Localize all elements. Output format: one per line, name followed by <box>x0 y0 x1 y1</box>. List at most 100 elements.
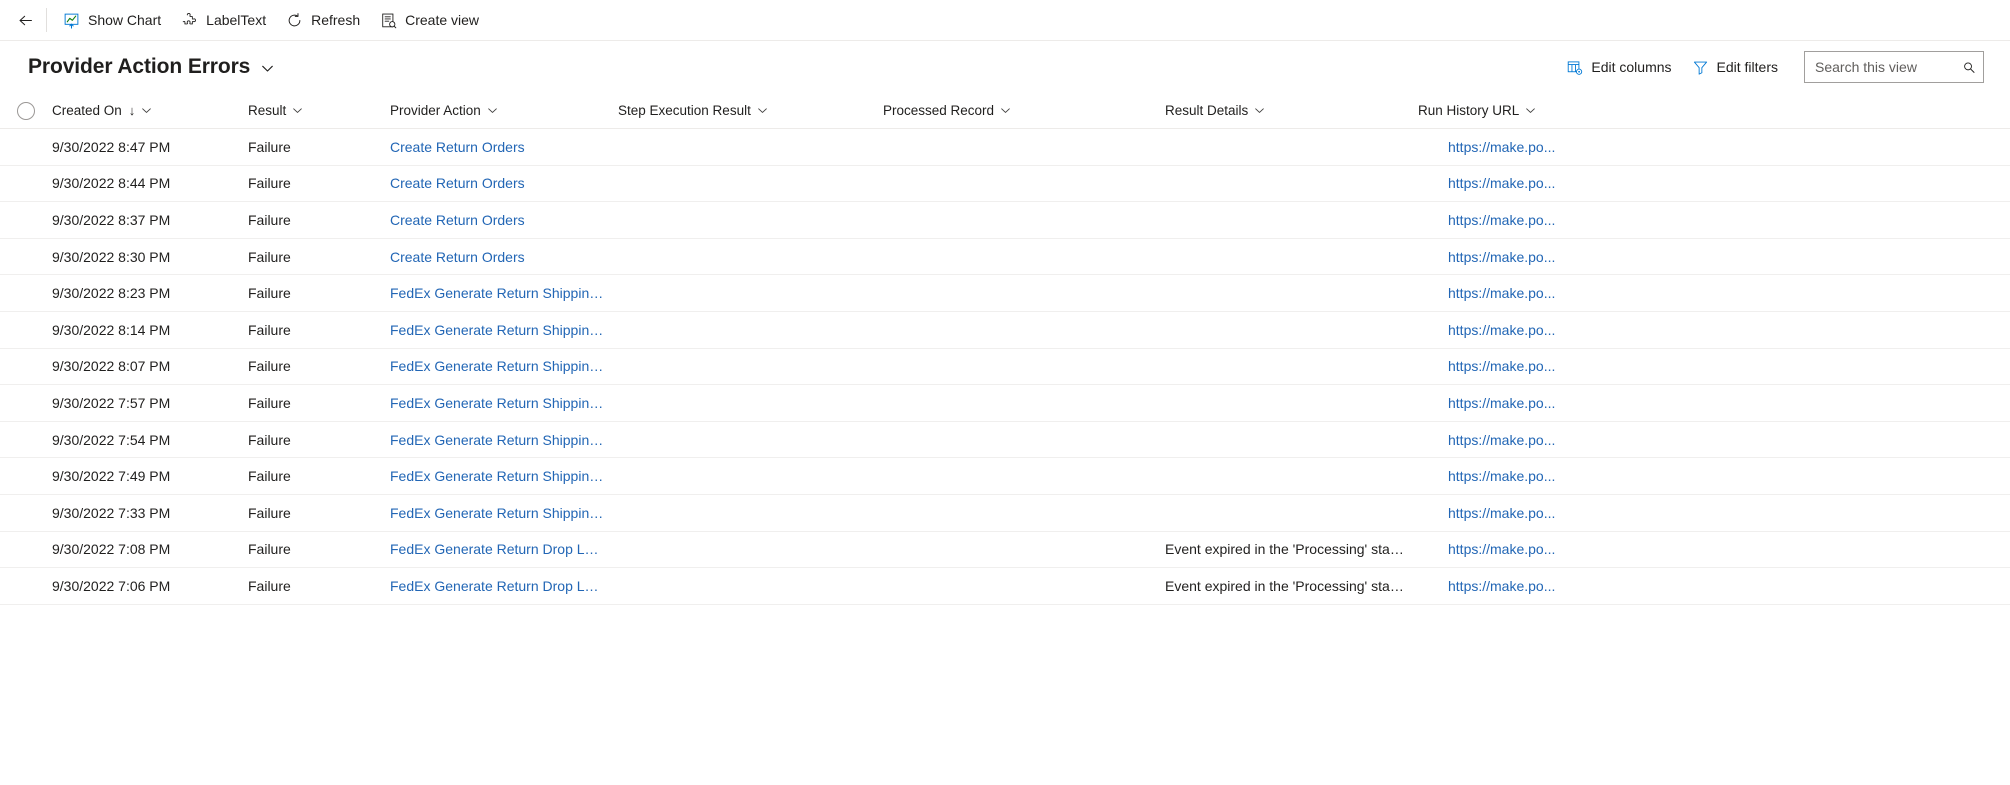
cell-run-history-url[interactable]: https://make.po... <box>1418 139 1758 155</box>
show-chart-button[interactable]: Show Chart <box>53 4 171 36</box>
cell-provider-action[interactable]: FedEx Generate Return Shipping La... <box>390 285 618 301</box>
table-row[interactable]: 9/30/2022 8:37 PM Failure Create Return Or… <box>0 202 2010 239</box>
show-chart-icon <box>64 13 79 29</box>
view-selector-button[interactable] <box>261 59 274 75</box>
chevron-down-icon[interactable] <box>1525 105 1536 116</box>
chevron-down-icon[interactable] <box>1254 105 1265 116</box>
edit-columns-button[interactable]: Edit columns <box>1556 51 1681 83</box>
cell-run-history-url[interactable]: https://make.po... <box>1418 395 1758 411</box>
column-header-result[interactable]: Result <box>248 93 390 129</box>
table-row[interactable]: 9/30/2022 8:07 PM Failure FedEx Generate R… <box>0 348 2010 386</box>
table-row[interactable]: 9/30/2022 8:44 PM Failure Create Return Or… <box>0 165 2010 203</box>
cell-provider-action[interactable]: Create Return Orders <box>390 212 618 228</box>
cell-created-on: 9/30/2022 8:47 PM <box>52 138 171 155</box>
cell-run-history-url[interactable]: https://make.po... <box>1418 249 1758 265</box>
cell-result: Failure <box>248 285 291 302</box>
column-header-created-on[interactable]: Created On ↓ <box>52 93 248 129</box>
search-box[interactable] <box>1804 51 1984 83</box>
cell-created-on: 9/30/2022 8:14 PM <box>52 321 171 338</box>
view-header: Provider Action Errors Edit columns Edit… <box>0 41 2010 93</box>
column-header-label: Processed Record <box>883 103 995 118</box>
cell-created-on: 9/30/2022 8:37 PM <box>52 211 171 228</box>
cell-result: Failure <box>248 211 291 228</box>
column-header-provider-action[interactable]: Provider Action <box>390 93 618 129</box>
cell-run-history-url[interactable]: https://make.po... <box>1418 578 1758 594</box>
column-header-processed-record[interactable]: Processed Record <box>883 93 1165 129</box>
cell-run-history-url[interactable]: https://make.po... <box>1418 175 1758 191</box>
cell-result: Failure <box>248 504 291 521</box>
cell-result: Failure <box>248 577 291 594</box>
edit-filters-label: Edit filters <box>1716 59 1778 75</box>
table-row[interactable]: 9/30/2022 7:33 PM Failure FedEx Generate R… <box>0 494 2010 532</box>
back-arrow-icon <box>19 15 32 25</box>
table-row[interactable]: 9/30/2022 7:57 PM Failure FedEx Generate R… <box>0 385 2010 422</box>
chevron-down-icon[interactable] <box>141 105 152 116</box>
column-header-label: Result Details <box>1165 103 1249 118</box>
create-view-label: Create view <box>405 12 480 28</box>
cell-run-history-url[interactable]: https://make.po... <box>1418 541 1758 557</box>
cell-provider-action[interactable]: FedEx Generate Return Shipping La... <box>390 432 618 448</box>
cell-result: Failure <box>248 358 291 375</box>
cell-created-on: 9/30/2022 7:54 PM <box>52 431 171 448</box>
cell-provider-action[interactable]: Create Return Orders <box>390 139 618 155</box>
cell-run-history-url[interactable]: https://make.po... <box>1418 322 1758 338</box>
cell-result: Failure <box>248 321 291 338</box>
cell-created-on: 9/30/2022 7:33 PM <box>52 504 171 521</box>
sort-ascending-icon: ↓ <box>128 103 136 118</box>
cell-result: Failure <box>248 138 291 155</box>
cell-provider-action[interactable]: FedEx Generate Return Shipping La... <box>390 322 618 338</box>
chevron-down-icon[interactable] <box>292 105 303 116</box>
column-header-step-execution-result[interactable]: Step Execution Result <box>618 93 883 129</box>
page-title: Provider Action Errors <box>28 55 251 78</box>
column-header-run-history-url[interactable]: Run History URL <box>1418 93 1758 129</box>
column-header-result-details[interactable]: Result Details <box>1165 93 1418 129</box>
labeltext-button[interactable]: LabelText <box>171 4 276 36</box>
search-icon[interactable] <box>1963 60 1975 75</box>
table-row[interactable]: 9/30/2022 7:49 PM Failure FedEx Generate R… <box>0 458 2010 495</box>
records-grid: Created On ↓ Result Provider Action Step… <box>0 93 2010 605</box>
cell-run-history-url[interactable]: https://make.po... <box>1418 505 1758 521</box>
cell-run-history-url[interactable]: https://make.po... <box>1418 432 1758 448</box>
command-bar-divider <box>46 8 47 32</box>
cell-result: Failure <box>248 175 291 192</box>
cell-run-history-url[interactable]: https://make.po... <box>1418 212 1758 228</box>
cell-provider-action[interactable]: FedEx Generate Return Shipping La... <box>390 358 618 374</box>
chevron-down-icon[interactable] <box>757 105 768 116</box>
search-input[interactable] <box>1815 59 1963 75</box>
table-row[interactable]: 9/30/2022 7:54 PM Failure FedEx Generate R… <box>0 421 2010 459</box>
select-all-checkbox[interactable] <box>17 101 35 120</box>
cell-provider-action[interactable]: Create Return Orders <box>390 249 618 265</box>
table-row[interactable]: 9/30/2022 8:23 PM Failure FedEx Generate R… <box>0 275 2010 312</box>
chevron-down-icon <box>262 65 274 72</box>
chevron-down-icon[interactable] <box>1000 105 1011 116</box>
cell-created-on: 9/30/2022 8:30 PM <box>52 248 171 265</box>
table-row[interactable]: 9/30/2022 7:06 PM Failure FedEx Generate R… <box>0 568 2010 605</box>
cell-run-history-url[interactable]: https://make.po... <box>1418 358 1758 374</box>
column-header-label: Step Execution Result <box>618 103 751 118</box>
cell-run-history-url[interactable]: https://make.po... <box>1418 468 1758 484</box>
cell-created-on: 9/30/2022 7:49 PM <box>52 468 171 485</box>
create-view-button[interactable]: Create view <box>370 4 489 36</box>
cell-provider-action[interactable]: FedEx Generate Return Shipping La... <box>390 505 618 521</box>
cell-provider-action[interactable]: FedEx Generate Return Shipping La... <box>390 468 618 484</box>
table-row[interactable]: 9/30/2022 7:08 PM Failure FedEx Generate R… <box>0 531 2010 569</box>
cell-provider-action[interactable]: FedEx Generate Return Drop Locati... <box>390 578 618 594</box>
refresh-icon <box>288 12 301 26</box>
cell-provider-action[interactable]: FedEx Generate Return Drop Locati... <box>390 541 618 557</box>
cell-provider-action[interactable]: Create Return Orders <box>390 175 618 191</box>
refresh-button[interactable]: Refresh <box>276 4 370 36</box>
table-row[interactable]: 9/30/2022 8:47 PM Failure Create Return Or… <box>0 129 2010 166</box>
cell-provider-action[interactable]: FedEx Generate Return Shipping La... <box>390 395 618 411</box>
cell-run-history-url[interactable]: https://make.po... <box>1418 285 1758 301</box>
back-button[interactable] <box>6 4 44 36</box>
edit-filters-button[interactable]: Edit filters <box>1682 51 1788 83</box>
cell-result: Failure <box>248 468 291 485</box>
cell-result: Failure <box>248 248 291 265</box>
chevron-down-icon[interactable] <box>487 105 498 116</box>
table-row[interactable]: 9/30/2022 8:30 PM Failure Create Return Or… <box>0 238 2010 276</box>
cell-result-details: Event expired in the 'Processing' state. <box>1165 577 1406 594</box>
select-all-cell[interactable] <box>0 101 52 120</box>
table-row[interactable]: 9/30/2022 8:14 PM Failure FedEx Generate R… <box>0 311 2010 349</box>
cell-created-on: 9/30/2022 8:07 PM <box>52 358 171 375</box>
column-header-label: Run History URL <box>1418 103 1520 118</box>
